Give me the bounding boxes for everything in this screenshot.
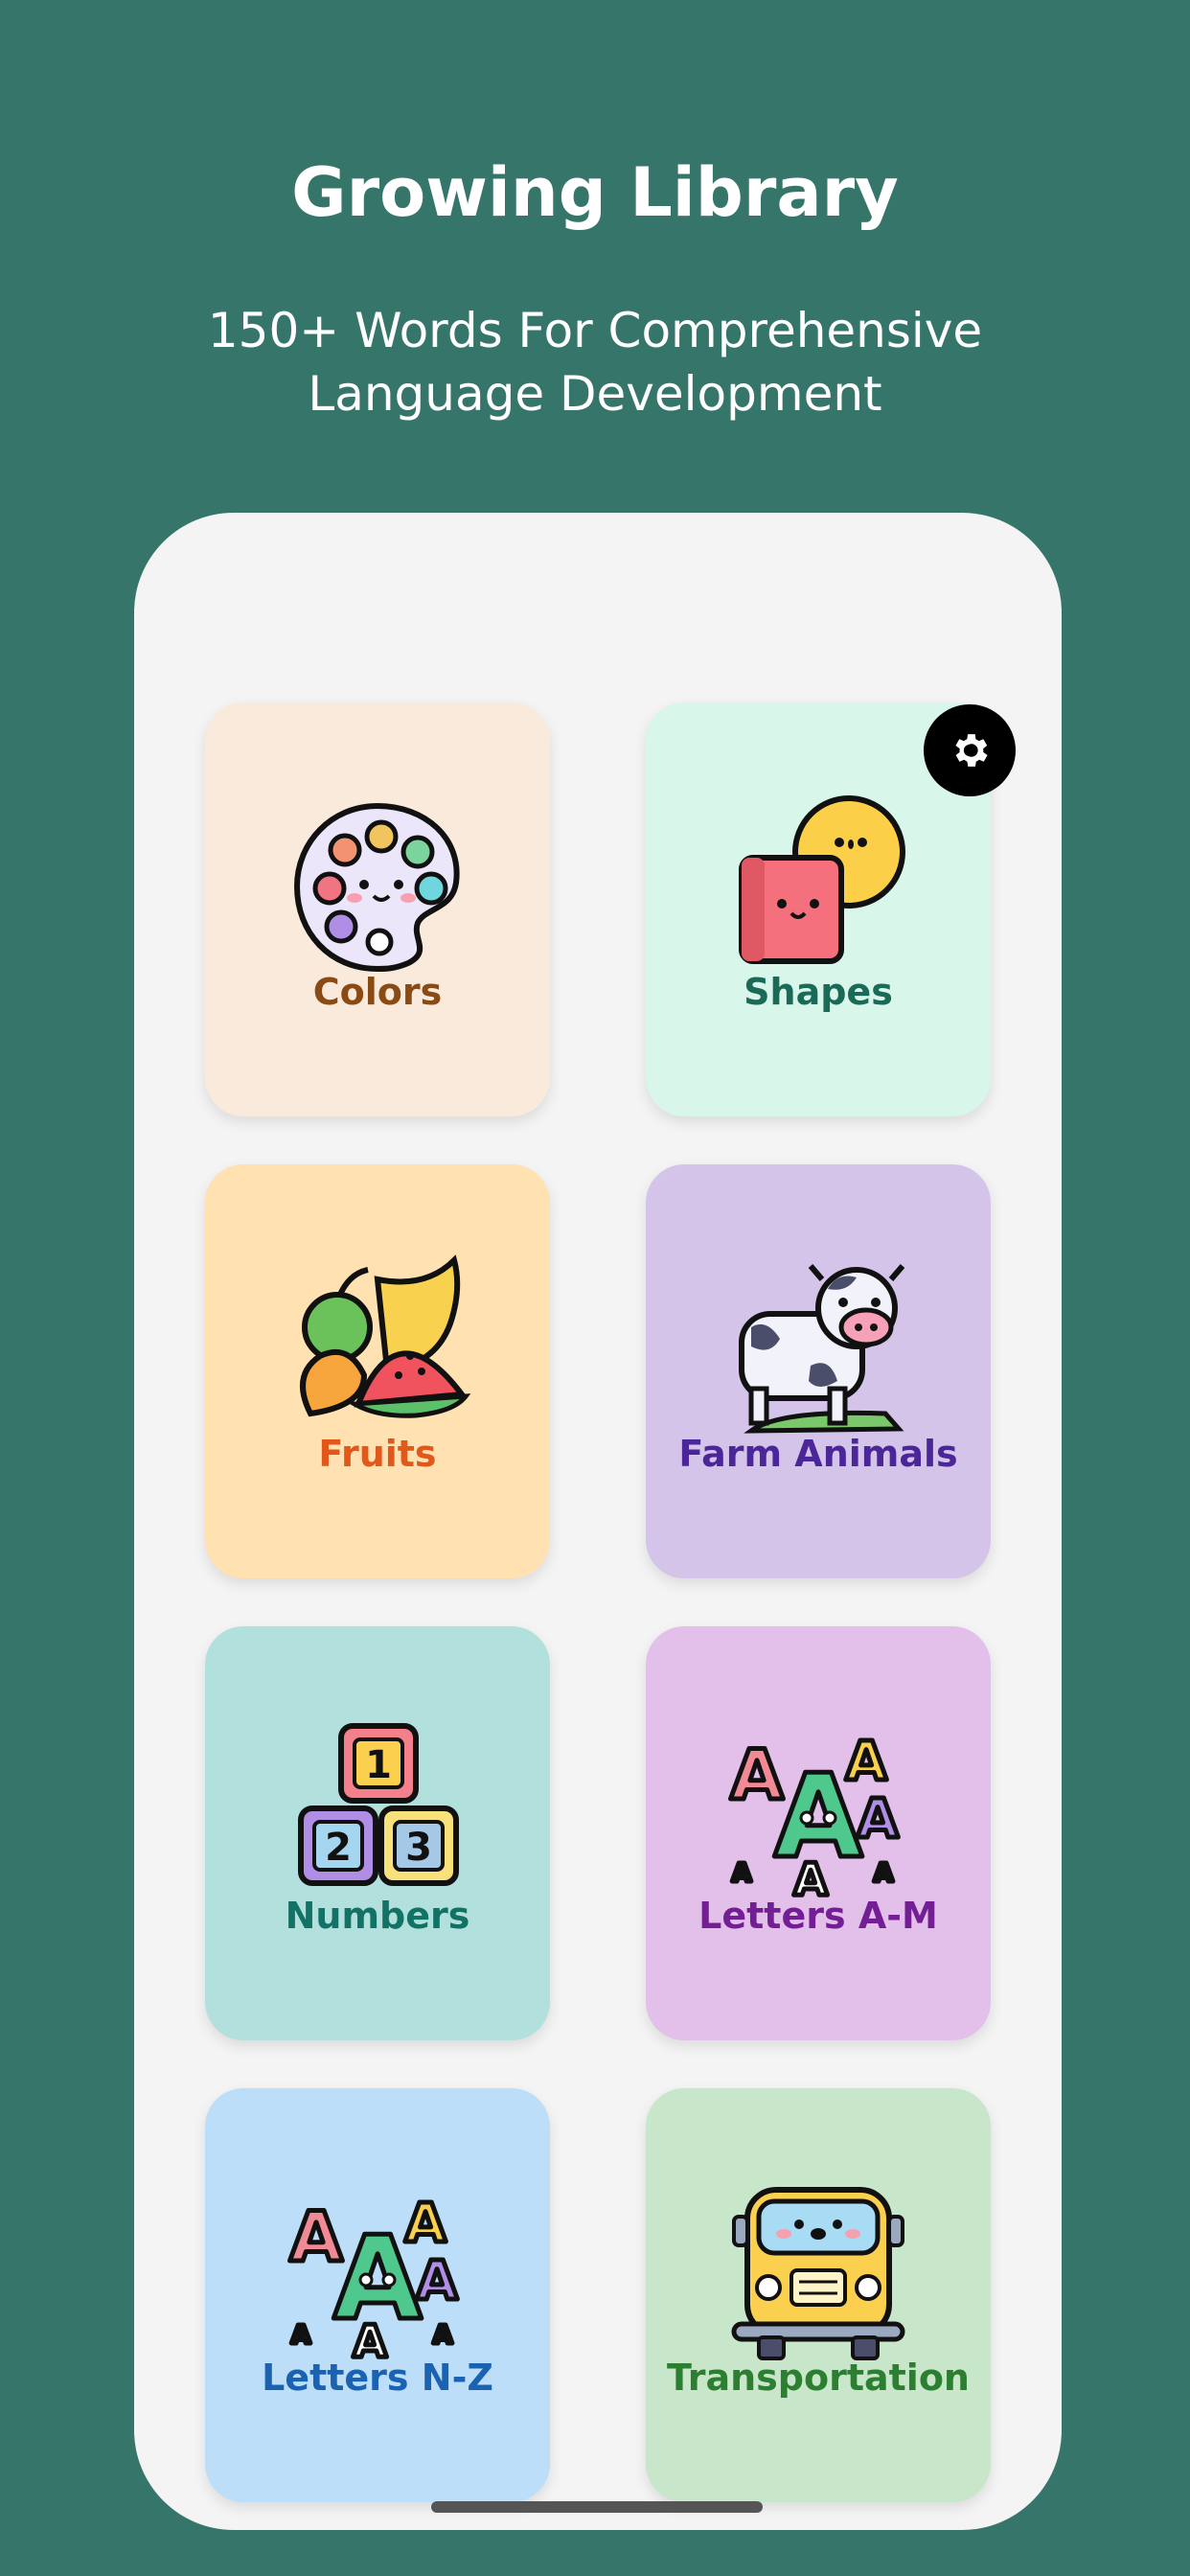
category-label: Shapes bbox=[744, 971, 893, 1013]
settings-button[interactable] bbox=[924, 704, 1016, 796]
gear-icon bbox=[955, 734, 988, 767]
category-card-farm-animals[interactable]: Farm Animals bbox=[646, 1164, 991, 1578]
svg-text:2: 2 bbox=[325, 1826, 352, 1870]
category-label: Fruits bbox=[318, 1433, 437, 1475]
category-label: Transportation bbox=[666, 2357, 970, 2399]
svg-text:A: A bbox=[857, 1788, 899, 1851]
fruits-icon bbox=[300, 1254, 471, 1418]
letters-icon: A A A A A A A bbox=[287, 2191, 461, 2367]
bus-icon bbox=[731, 2187, 905, 2360]
category-label: Farm Animals bbox=[678, 1433, 958, 1475]
category-label: Numbers bbox=[285, 1895, 470, 1937]
svg-text:A: A bbox=[416, 2250, 458, 2312]
category-card-numbers[interactable]: 1 2 3 Numbers bbox=[205, 1626, 550, 2040]
palette-icon bbox=[293, 802, 460, 973]
svg-text:3: 3 bbox=[405, 1826, 432, 1870]
cow-icon bbox=[739, 1264, 905, 1434]
category-card-transportation[interactable]: Transportation bbox=[646, 2088, 991, 2502]
category-card-fruits[interactable]: Fruits bbox=[205, 1164, 550, 1578]
category-card-letters-a-m[interactable]: A A A A A A A Letters A-M bbox=[646, 1626, 991, 2040]
page-subtitle: 150+ Words For Comprehensive Language De… bbox=[144, 299, 1046, 426]
category-label: Colors bbox=[312, 971, 443, 1013]
page-title: Growing Library bbox=[291, 153, 899, 232]
number-blocks-icon: 1 2 3 bbox=[298, 1723, 459, 1886]
device-frame: Colors Shapes Fruits Farm Animals 1 2 3 … bbox=[134, 513, 1062, 2530]
shapes-icon bbox=[739, 795, 905, 964]
subtitle-line-1: 150+ Words For Comprehensive bbox=[207, 303, 983, 358]
subtitle-line-2: Language Development bbox=[308, 366, 882, 422]
svg-text:1: 1 bbox=[365, 1743, 392, 1787]
category-label: Letters N-Z bbox=[262, 2357, 493, 2399]
svg-text:A: A bbox=[874, 1859, 893, 1888]
category-card-colors[interactable]: Colors bbox=[205, 702, 550, 1116]
svg-text:A: A bbox=[291, 2321, 310, 2350]
svg-text:A: A bbox=[732, 1859, 751, 1888]
category-label: Letters A-M bbox=[698, 1895, 938, 1937]
category-card-letters-n-z[interactable]: A A A A A A A Letters N-Z bbox=[205, 2088, 550, 2502]
svg-text:A: A bbox=[433, 2321, 452, 2350]
letters-icon: A A A A A A A bbox=[728, 1729, 902, 1905]
home-indicator[interactable] bbox=[431, 2501, 763, 2513]
